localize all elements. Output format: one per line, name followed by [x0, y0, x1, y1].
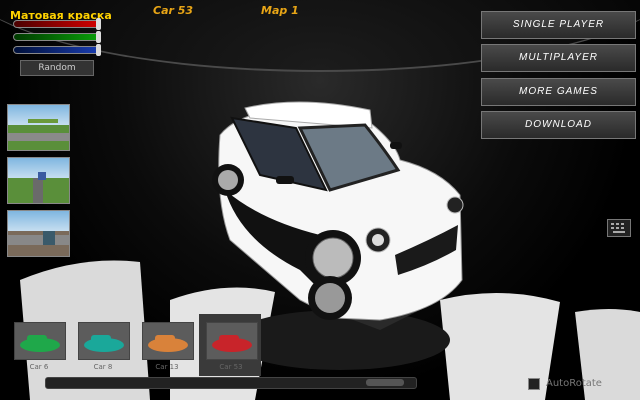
car-name-6: Car 6 [29, 363, 49, 371]
car-thumbnail-6[interactable] [14, 322, 66, 360]
keyboard-icon[interactable] [607, 219, 631, 237]
autorotate-label: AutoRotate [546, 378, 602, 389]
autorotate-checkbox[interactable] [528, 378, 540, 390]
car-thumbnail-8[interactable] [78, 322, 130, 360]
car-thumbnail-13[interactable] [142, 322, 194, 360]
car-name-13: Car 13 [155, 363, 179, 371]
scrollbar-thumb[interactable] [366, 379, 404, 386]
car-name-53: Car 53 [219, 363, 243, 371]
car-thumbnail-53[interactable] [206, 322, 258, 360]
car-list-scrollbar[interactable] [45, 377, 417, 389]
car-name-8: Car 8 [93, 363, 113, 371]
game-stage[interactable]: Матовая краска Car 53 Map 1 Random SINGL… [0, 0, 640, 400]
